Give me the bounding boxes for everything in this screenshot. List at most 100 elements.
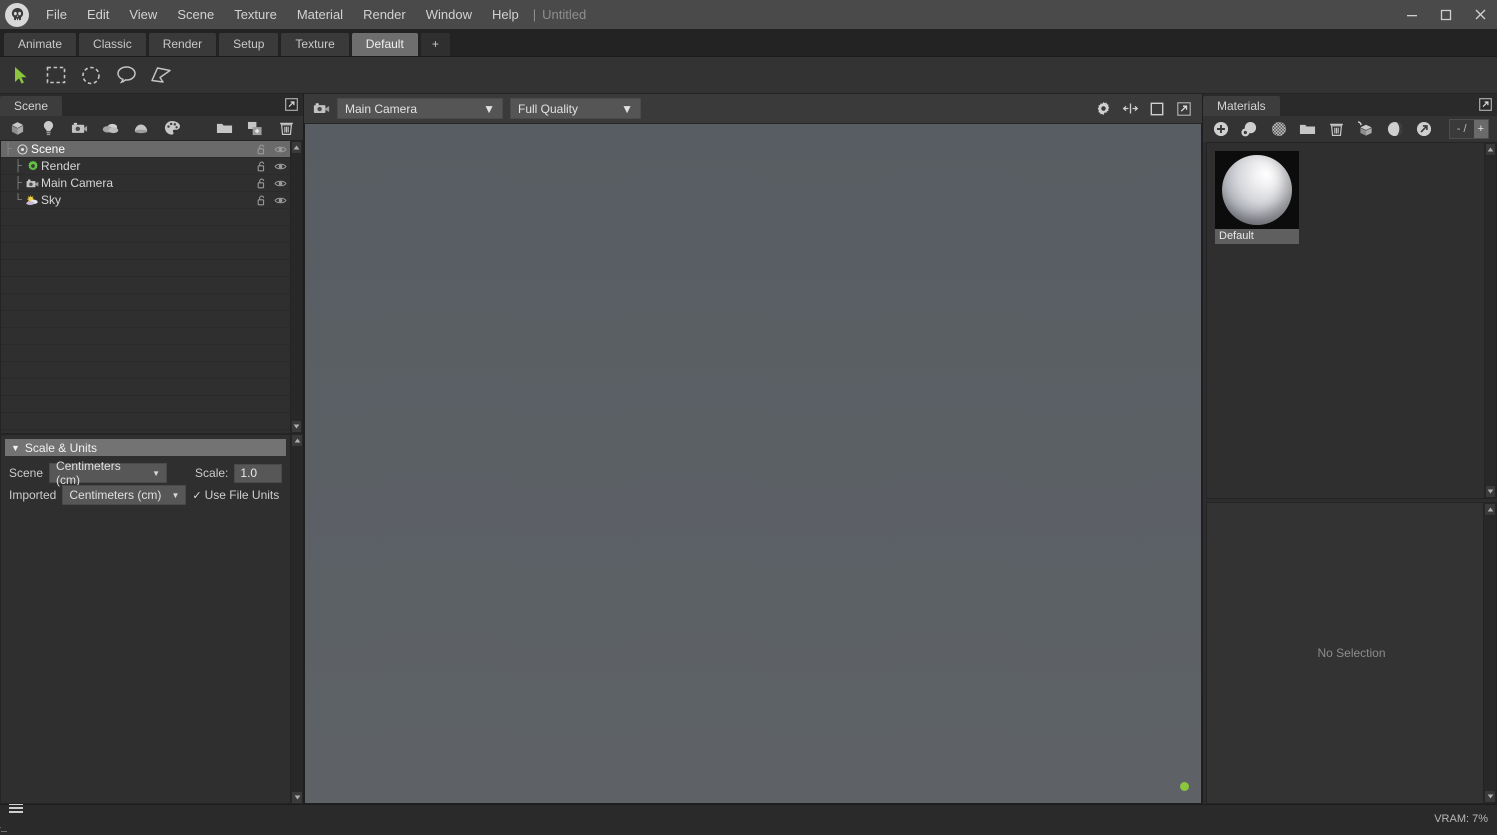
eye-icon[interactable]	[271, 145, 290, 154]
gear-icon[interactable]	[1093, 99, 1113, 119]
material-count-value: - /	[1450, 123, 1474, 135]
square-icon[interactable]	[1147, 99, 1167, 119]
palette-icon[interactable]	[163, 119, 181, 137]
folder-icon[interactable]	[215, 119, 233, 137]
sky-icon[interactable]	[101, 119, 119, 137]
tree-row-scene[interactable]: ├ Scene	[1, 141, 290, 158]
copy-material-icon[interactable]	[1240, 120, 1259, 139]
imported-units-dropdown[interactable]: Centimeters (cm) ▼	[62, 485, 186, 505]
scroll-up-arrow-icon[interactable]	[1485, 143, 1496, 156]
fog-icon[interactable]	[132, 119, 150, 137]
tree-row-sky[interactable]: └ Sky	[1, 192, 290, 209]
maximize-button[interactable]	[1429, 0, 1463, 29]
scroll-down-arrow-icon[interactable]	[291, 791, 303, 804]
unlocked-icon[interactable]	[252, 178, 271, 189]
eye-icon[interactable]	[271, 162, 290, 171]
eye-icon[interactable]	[271, 196, 290, 205]
folder-icon[interactable]	[1298, 120, 1317, 139]
tab-setup[interactable]: Setup	[219, 33, 278, 56]
minimize-button[interactable]	[1395, 0, 1429, 29]
title-bar: File Edit View Scene Texture Material Re…	[0, 0, 1497, 29]
window-controls	[1395, 0, 1497, 29]
3d-viewport[interactable]	[304, 124, 1202, 804]
materials-panel-tab[interactable]: Materials	[1203, 96, 1280, 116]
duplicate-icon[interactable]	[246, 119, 264, 137]
materials-grid: Default	[1207, 143, 1484, 498]
tab-texture[interactable]: Texture	[281, 33, 348, 56]
scrollbar-track[interactable]	[291, 154, 302, 420]
scrollbar-track[interactable]	[291, 447, 303, 791]
scene-units-dropdown[interactable]: Centimeters (cm) ▼	[49, 463, 167, 483]
menu-texture[interactable]: Texture	[224, 3, 287, 26]
hamburger-icon[interactable]	[9, 803, 23, 813]
viewport-camera-dropdown[interactable]: Main Camera ▼	[337, 98, 503, 119]
scale-and-units-header[interactable]: ▼ Scale & Units	[5, 439, 286, 456]
eye-icon[interactable]	[271, 179, 290, 188]
scale-input[interactable]: 1.0	[234, 464, 282, 483]
tab-default[interactable]: Default	[352, 33, 418, 56]
tab-render[interactable]: Render	[149, 33, 216, 56]
polygon-lasso-icon[interactable]	[148, 62, 174, 88]
sphere-preview-icon[interactable]	[1385, 120, 1404, 139]
tree-row-render[interactable]: ├ Render	[1, 158, 290, 175]
materials-scrollbar[interactable]	[1484, 143, 1496, 498]
material-item-default[interactable]: Default	[1215, 151, 1299, 244]
menu-window[interactable]: Window	[416, 3, 482, 26]
scene-tree-scrollbar[interactable]	[290, 141, 302, 433]
menu-file[interactable]: File	[36, 3, 77, 26]
tab-animate[interactable]: Animate	[4, 33, 76, 56]
scrollbar-track[interactable]	[1484, 516, 1496, 790]
menu-edit[interactable]: Edit	[77, 3, 119, 26]
popout-icon[interactable]	[1478, 97, 1492, 111]
scroll-up-arrow-icon[interactable]	[1484, 503, 1496, 516]
scroll-down-arrow-icon[interactable]	[1485, 485, 1496, 498]
scroll-up-arrow-icon[interactable]	[291, 141, 302, 154]
unlocked-icon[interactable]	[252, 144, 271, 155]
popout-icon[interactable]	[284, 97, 298, 111]
unlocked-icon[interactable]	[252, 161, 271, 172]
menu-scene[interactable]: Scene	[167, 3, 224, 26]
checker-sphere-icon[interactable]	[1269, 120, 1288, 139]
console-prompt[interactable]: >_	[0, 824, 23, 835]
scroll-down-arrow-icon[interactable]	[291, 420, 302, 433]
rectangle-marquee-icon[interactable]	[43, 62, 69, 88]
menu-material[interactable]: Material	[287, 3, 353, 26]
popout-icon[interactable]	[1174, 99, 1194, 119]
scene-toolbar	[0, 116, 303, 140]
camera-icon[interactable]	[70, 119, 88, 137]
lasso-icon[interactable]	[113, 62, 139, 88]
close-button[interactable]	[1463, 0, 1497, 29]
ellipse-marquee-icon[interactable]	[78, 62, 104, 88]
split-view-icon[interactable]	[1120, 99, 1140, 119]
scroll-up-arrow-icon[interactable]	[291, 434, 303, 447]
tab-classic[interactable]: Classic	[79, 33, 146, 56]
unlocked-icon[interactable]	[252, 195, 271, 206]
trash-icon[interactable]	[1327, 120, 1346, 139]
chevron-down-icon[interactable]: ▼	[11, 443, 20, 453]
trash-icon[interactable]	[277, 119, 295, 137]
tree-label: Main Camera	[40, 176, 252, 190]
cube-icon[interactable]	[8, 119, 26, 137]
properties-scrollbar[interactable]	[290, 434, 303, 804]
scroll-down-arrow-icon[interactable]	[1484, 790, 1496, 803]
assign-cube-icon[interactable]	[1356, 120, 1375, 139]
plus-circle-icon[interactable]	[1211, 120, 1230, 139]
tree-row-empty	[1, 243, 290, 260]
material-counter[interactable]: - / +	[1449, 119, 1489, 139]
cursor-arrow-icon[interactable]	[8, 62, 34, 88]
material-count-plus[interactable]: +	[1474, 120, 1488, 138]
material-thumbnail[interactable]	[1215, 151, 1299, 229]
link-arrow-icon[interactable]	[1414, 120, 1433, 139]
camera-icon[interactable]	[312, 100, 330, 118]
add-layout-tab-button[interactable]: +	[421, 33, 450, 56]
menu-view[interactable]: View	[119, 3, 167, 26]
menu-help[interactable]: Help	[482, 3, 529, 26]
lightbulb-icon[interactable]	[39, 119, 57, 137]
material-properties-scrollbar[interactable]	[1483, 503, 1496, 803]
menu-render[interactable]: Render	[353, 3, 416, 26]
viewport-quality-dropdown[interactable]: Full Quality ▼	[510, 98, 641, 119]
tree-row-main-camera[interactable]: ├ Main Camera	[1, 175, 290, 192]
scrollbar-track[interactable]	[1485, 156, 1496, 485]
scene-panel-tab[interactable]: Scene	[0, 96, 62, 116]
use-file-units-checkbox[interactable]: ✓ Use File Units	[192, 488, 279, 502]
